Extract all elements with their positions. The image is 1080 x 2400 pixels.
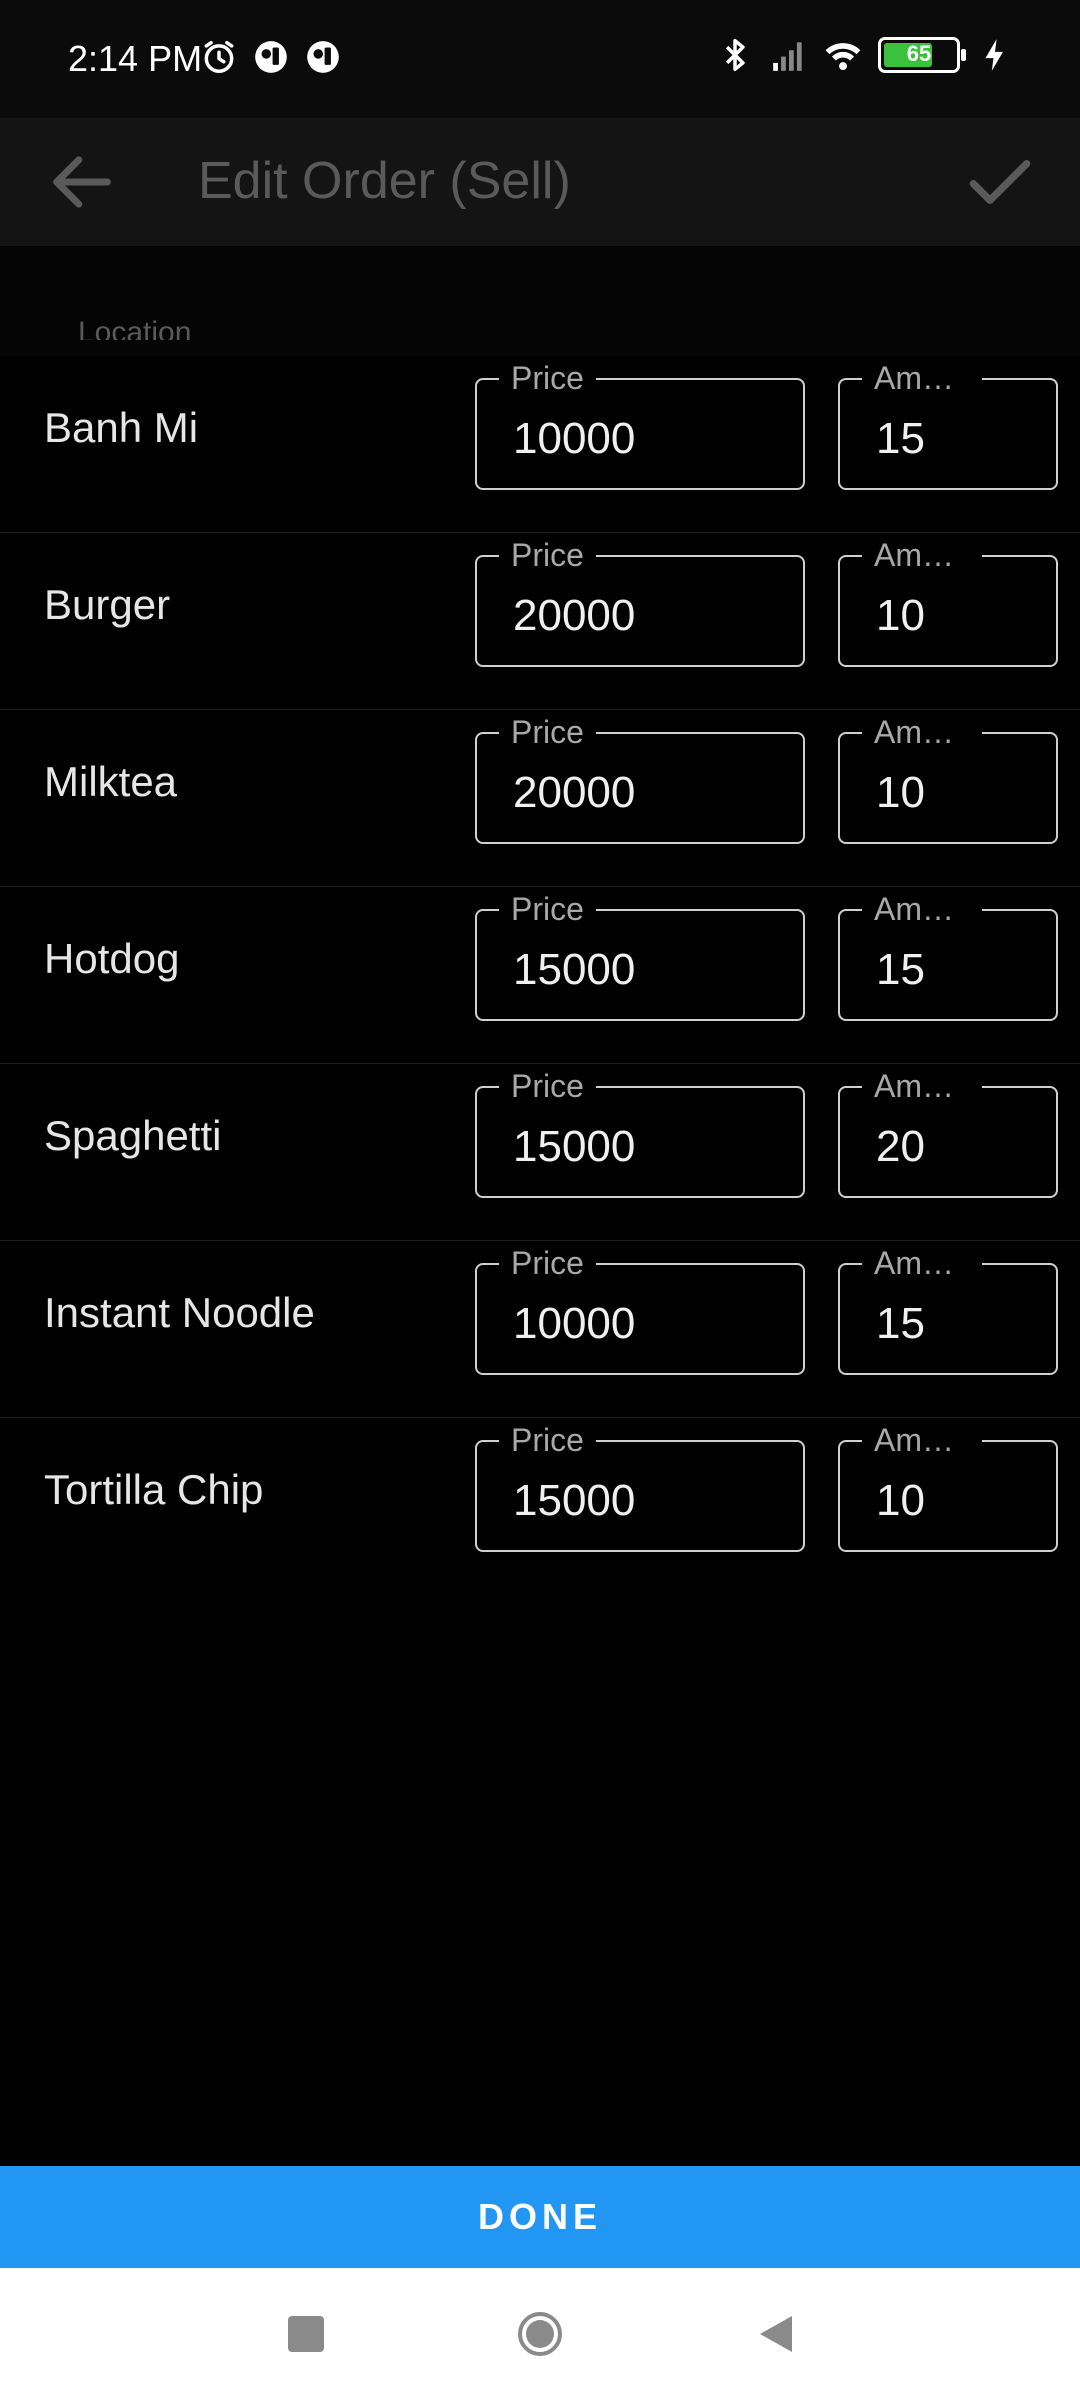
- recents-square-icon[interactable]: [282, 2310, 330, 2358]
- item-name: Hotdog: [44, 935, 180, 982]
- price-value[interactable]: 15000: [513, 945, 635, 995]
- list-item: Banh Mi Price 10000 Amount 15: [0, 356, 1080, 533]
- price-field[interactable]: Price 20000: [475, 537, 805, 667]
- amount-value[interactable]: 20: [876, 1122, 925, 1172]
- price-field[interactable]: Price 20000: [475, 714, 805, 844]
- list-item: Milktea Price 20000 Amount 10: [0, 710, 1080, 887]
- back-triangle-icon[interactable]: [752, 2310, 800, 2358]
- amount-label: Amount: [862, 891, 982, 927]
- list-item: Burger Price 20000 Amount 10: [0, 533, 1080, 710]
- signal-icon: [773, 42, 802, 71]
- price-field[interactable]: Price 10000: [475, 1245, 805, 1375]
- list-item: Instant Noodle Price 10000 Amount 15: [0, 1241, 1080, 1418]
- price-label: Price: [499, 1068, 596, 1104]
- check-icon[interactable]: [960, 142, 1040, 222]
- price-value[interactable]: 20000: [513, 768, 635, 818]
- order-items-list: Banh Mi Price 10000 Amount 15 Burger Pri…: [0, 356, 1080, 1594]
- price-field[interactable]: Price 15000: [475, 1068, 805, 1198]
- status-bar: 2:14 PM 65: [0, 0, 1080, 118]
- price-value[interactable]: 10000: [513, 414, 635, 464]
- item-name: Burger: [44, 581, 171, 628]
- status-icons-right: 65: [716, 36, 1014, 74]
- price-value[interactable]: 15000: [513, 1122, 635, 1172]
- item-name: Instant Noodle: [44, 1289, 315, 1336]
- price-field[interactable]: Price 10000: [475, 360, 805, 490]
- amount-label: Amount: [862, 537, 982, 573]
- amount-value[interactable]: 10: [876, 768, 925, 818]
- price-label: Price: [499, 1422, 596, 1458]
- price-value[interactable]: 20000: [513, 591, 635, 641]
- amount-value[interactable]: 15: [876, 414, 925, 464]
- list-item: Tortilla Chip Price 15000 Amount 10: [0, 1418, 1080, 1594]
- app-bar: Edit Order (Sell): [0, 118, 1080, 246]
- price-label: Price: [499, 537, 596, 573]
- back-arrow-icon[interactable]: [44, 144, 120, 220]
- status-time: 2:14 PM: [68, 38, 203, 79]
- wifi-icon: [825, 43, 861, 71]
- page-title: Edit Order (Sell): [198, 152, 571, 210]
- price-field[interactable]: Price 15000: [475, 891, 805, 1021]
- system-nav-bar: [0, 2268, 1080, 2400]
- amount-value[interactable]: 15: [876, 945, 925, 995]
- amount-label: Amount: [862, 1245, 982, 1281]
- done-button[interactable]: DONE: [0, 2166, 1080, 2268]
- price-label: Price: [499, 891, 596, 927]
- notification-app-icon: [255, 41, 287, 73]
- amount-field[interactable]: Amount 15: [838, 891, 1058, 1021]
- list-item: Spaghetti Price 15000 Amount 20: [0, 1064, 1080, 1241]
- item-name: Spaghetti: [44, 1112, 222, 1159]
- price-label: Price: [499, 360, 596, 396]
- home-circle-icon[interactable]: [516, 2310, 564, 2358]
- list-item: Hotdog Price 15000 Amount 15: [0, 887, 1080, 1064]
- amount-field[interactable]: Amount 10: [838, 714, 1058, 844]
- amount-value[interactable]: 10: [876, 1476, 925, 1526]
- bluetooth-icon: [725, 39, 745, 71]
- price-label: Price: [499, 714, 596, 750]
- amount-label: Amount: [862, 1422, 982, 1458]
- amount-value[interactable]: 10: [876, 591, 925, 641]
- amount-value[interactable]: 15: [876, 1299, 925, 1349]
- price-label: Price: [499, 1245, 596, 1281]
- price-field[interactable]: Price 15000: [475, 1422, 805, 1552]
- price-value[interactable]: 10000: [513, 1299, 635, 1349]
- amount-field[interactable]: Amount 20: [838, 1068, 1058, 1198]
- amount-field[interactable]: Amount 10: [838, 1422, 1058, 1552]
- amount-label: Amount: [862, 360, 982, 396]
- amount-field[interactable]: Amount 15: [838, 1245, 1058, 1375]
- status-icons-left: [200, 38, 342, 76]
- notification-app-icon: [307, 41, 339, 73]
- item-name: Tortilla Chip: [44, 1466, 264, 1513]
- price-value[interactable]: 15000: [513, 1476, 635, 1526]
- alarm-icon: [204, 41, 234, 73]
- amount-label: Amount: [862, 714, 982, 750]
- battery-level: 65: [906, 41, 932, 66]
- item-name: Milktea: [44, 758, 178, 805]
- amount-field[interactable]: Amount 15: [838, 360, 1058, 490]
- amount-label: Amount: [862, 1068, 982, 1104]
- charging-icon: [985, 39, 1003, 71]
- location-label: Location: [78, 316, 192, 340]
- battery-icon: 65: [878, 37, 966, 73]
- amount-field[interactable]: Amount 10: [838, 537, 1058, 667]
- item-name: Banh Mi: [44, 404, 199, 451]
